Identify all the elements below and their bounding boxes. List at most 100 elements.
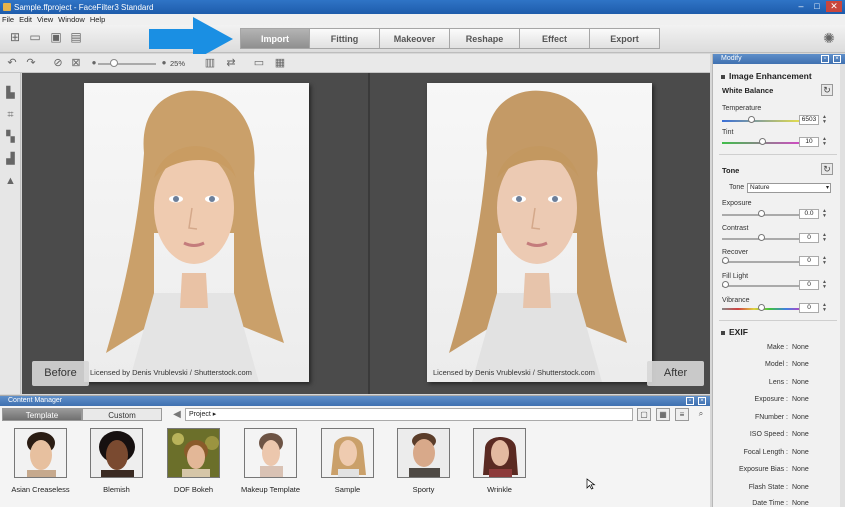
tab-makeover[interactable]: Makeover bbox=[380, 28, 450, 49]
recover-slider-thumb[interactable] bbox=[722, 257, 729, 264]
undo-icon[interactable]: ↶ bbox=[6, 57, 18, 69]
vibrance-stepper[interactable]: ▲ ▼ bbox=[821, 303, 828, 313]
zoom-in-icon[interactable]: ● bbox=[158, 57, 170, 69]
fill-light-slider[interactable] bbox=[722, 285, 802, 287]
recover-stepper[interactable]: ▲ ▼ bbox=[821, 256, 828, 266]
tab-reshape[interactable]: Reshape bbox=[450, 28, 520, 49]
open-folder-icon[interactable]: ▭ bbox=[28, 31, 42, 44]
temperature-slider[interactable] bbox=[722, 120, 802, 122]
page-tool-icon[interactable]: ▙ bbox=[4, 87, 17, 100]
gradient-view-icon[interactable]: ▦ bbox=[274, 57, 286, 69]
tab-fitting[interactable]: Fitting bbox=[310, 28, 380, 49]
zoom-slider[interactable] bbox=[98, 63, 156, 65]
window-title: Sample.ffproject - FaceFilter3 Standard bbox=[14, 2, 154, 12]
vibrance-value[interactable]: 0 bbox=[799, 303, 819, 313]
fill-light-slider-thumb[interactable] bbox=[722, 281, 729, 288]
exposure-slider-thumb[interactable] bbox=[758, 210, 765, 217]
list-view-icon[interactable]: ≡ bbox=[675, 408, 689, 421]
thumbnail-wrinkle[interactable]: Wrinkle bbox=[461, 428, 538, 494]
fit-to-screen-icon[interactable]: ⊠ bbox=[70, 57, 82, 69]
save-icon[interactable]: ▣ bbox=[49, 31, 63, 44]
thumbnail-image bbox=[14, 428, 67, 478]
title-bar: Sample.ffproject - FaceFilter3 Standard … bbox=[0, 0, 845, 14]
save-as-icon[interactable]: ▤ bbox=[69, 31, 83, 44]
thumbnail-makeup-template[interactable]: Makeup Template bbox=[232, 428, 309, 494]
recover-slider[interactable] bbox=[722, 261, 802, 263]
reset-white-balance-icon[interactable]: ↻ bbox=[821, 84, 833, 96]
vibrance-slider-thumb[interactable] bbox=[758, 304, 765, 311]
restore-panel-icon[interactable]: ▫ bbox=[686, 397, 694, 405]
tone-select[interactable]: Nature ▾ bbox=[747, 183, 831, 193]
view-divider[interactable] bbox=[368, 73, 370, 394]
thumbnail-blemish[interactable]: Blemish bbox=[78, 428, 155, 494]
minimize-button[interactable]: – bbox=[794, 1, 808, 12]
content-manager-panel: Content Manager ▫ × Template Custom ◀ Pr… bbox=[0, 395, 710, 507]
contrast-value[interactable]: 0 bbox=[799, 233, 819, 243]
tint-slider-thumb[interactable] bbox=[759, 138, 766, 145]
fill-light-stepper[interactable]: ▲ ▼ bbox=[821, 280, 828, 290]
exif-title[interactable]: EXIF bbox=[721, 327, 748, 337]
contrast-slider-thumb[interactable] bbox=[758, 234, 765, 241]
separator bbox=[719, 320, 837, 321]
large-icons-view-icon[interactable]: ▢ bbox=[637, 408, 651, 421]
swap-view-icon[interactable]: ⇄ bbox=[225, 57, 237, 69]
reset-tone-icon[interactable]: ↻ bbox=[821, 163, 833, 175]
tint-value[interactable]: 10 bbox=[799, 137, 819, 147]
recover-value[interactable]: 0 bbox=[799, 256, 819, 266]
tab-template[interactable]: Template bbox=[2, 408, 82, 421]
exposure-value[interactable]: 0.0 bbox=[799, 209, 819, 219]
reset-view-icon[interactable]: ⊘ bbox=[52, 57, 64, 69]
zoom-slider-thumb[interactable] bbox=[110, 59, 118, 67]
close-panel-icon[interactable]: × bbox=[833, 55, 841, 63]
split-view-icon[interactable]: ▥ bbox=[204, 57, 216, 69]
temperature-slider-thumb[interactable] bbox=[748, 116, 755, 123]
chevron-down-icon: ▾ bbox=[825, 185, 829, 191]
thumbnail-image bbox=[397, 428, 450, 478]
modify-scrollbar[interactable] bbox=[840, 64, 845, 507]
close-panel-icon[interactable]: × bbox=[698, 397, 706, 405]
tint-label: Tint bbox=[722, 129, 734, 136]
photo-credit: Licensed by Denis Vrublevski / Shutterst… bbox=[90, 368, 252, 377]
loading-spinner-icon: ✺ bbox=[823, 30, 835, 46]
fill-light-label: Fill Light bbox=[722, 273, 749, 280]
tint-stepper[interactable]: ▲ ▼ bbox=[821, 137, 828, 147]
search-icon[interactable]: ⌕ bbox=[694, 408, 708, 421]
flip-tool-icon[interactable]: ▟ bbox=[4, 153, 17, 166]
tab-effect[interactable]: Effect bbox=[520, 28, 590, 49]
grid-view-icon[interactable]: ▦ bbox=[656, 408, 670, 421]
menu-view[interactable]: View bbox=[37, 15, 53, 24]
menu-help[interactable]: Help bbox=[90, 15, 105, 24]
maximize-button[interactable]: □ bbox=[810, 1, 824, 12]
thumbnail-dof-bokeh[interactable]: DOF Bokeh bbox=[155, 428, 232, 494]
recover-label: Recover bbox=[722, 249, 749, 256]
tab-export[interactable]: Export bbox=[590, 28, 660, 49]
before-photo: Licensed by Denis Vrublevski / Shutterst… bbox=[84, 83, 309, 382]
tab-custom[interactable]: Custom bbox=[82, 408, 162, 421]
menu-window[interactable]: Window bbox=[58, 15, 85, 24]
single-view-icon[interactable]: ▭ bbox=[253, 57, 265, 69]
menu-file[interactable]: File bbox=[2, 15, 14, 24]
back-arrow-icon[interactable]: ◀ bbox=[170, 408, 184, 421]
rotate-tool-icon[interactable]: ▚ bbox=[4, 131, 17, 144]
close-button[interactable]: ✕ bbox=[826, 1, 842, 12]
new-project-icon[interactable]: ⊞ bbox=[8, 31, 22, 44]
separator bbox=[719, 154, 837, 155]
contrast-stepper[interactable]: ▲ ▼ bbox=[821, 233, 828, 243]
temperature-stepper[interactable]: ▲ ▼ bbox=[821, 115, 828, 125]
tab-import[interactable]: Import bbox=[240, 28, 310, 49]
path-field[interactable]: Project ▸ bbox=[185, 408, 633, 421]
menu-edit[interactable]: Edit bbox=[19, 15, 32, 24]
thumbnail-sample[interactable]: Sample bbox=[309, 428, 386, 494]
redo-icon[interactable]: ↷ bbox=[25, 57, 37, 69]
align-tool-icon[interactable]: ▲ bbox=[4, 175, 17, 188]
restore-panel-icon[interactable]: ▫ bbox=[821, 55, 829, 63]
exposure-stepper[interactable]: ▲ ▼ bbox=[821, 209, 828, 219]
app-icon bbox=[3, 3, 11, 11]
thumbnail-asian-creaseless[interactable]: Asian Creaseless bbox=[2, 428, 79, 494]
thumbnail-sporty[interactable]: Sporty bbox=[385, 428, 462, 494]
fill-light-value[interactable]: 0 bbox=[799, 280, 819, 290]
image-enhancement-title[interactable]: Image Enhancement bbox=[721, 71, 812, 81]
crop-tool-icon[interactable]: ⌗ bbox=[4, 109, 17, 122]
thumbnail-label: Asian Creaseless bbox=[11, 485, 70, 494]
temperature-value[interactable]: 6503 bbox=[799, 115, 819, 125]
